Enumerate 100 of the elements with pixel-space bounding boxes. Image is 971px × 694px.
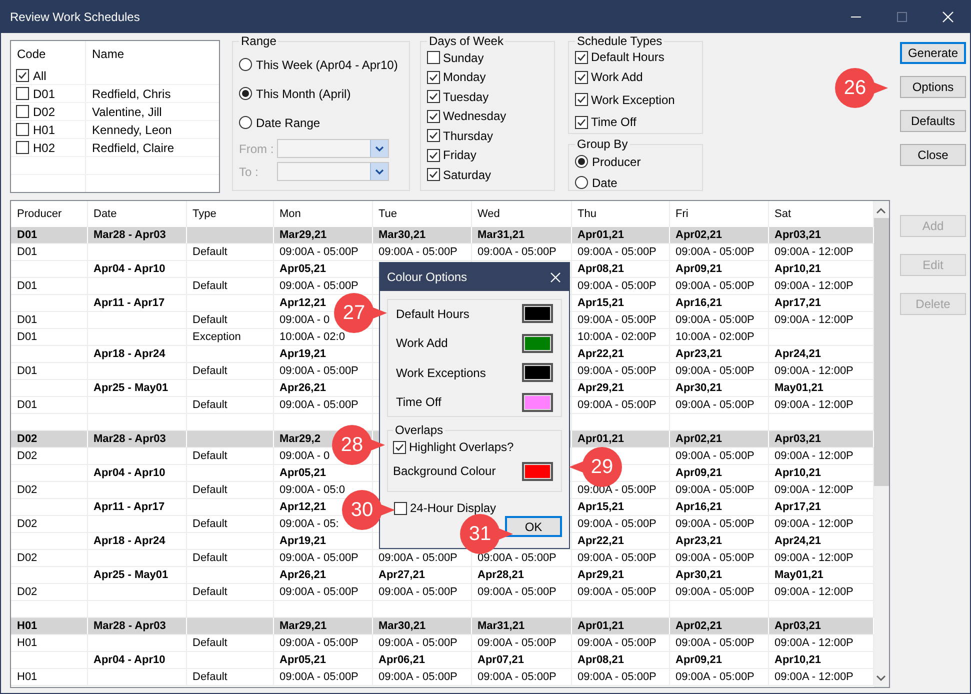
checkbox-label: Highlight Overlaps? (409, 440, 514, 454)
table-cell: D01 (17, 314, 38, 326)
checkbox[interactable] (16, 123, 29, 136)
table-cell: Default (192, 314, 228, 326)
table-cell: 09:00A - 05:00P (578, 399, 656, 411)
table-cell: 09:00A - 05:00P (676, 671, 754, 683)
checkbox[interactable] (16, 105, 29, 118)
table-cell: 09:00A - 05:00P (478, 637, 556, 649)
ok-button[interactable]: OK (505, 516, 562, 537)
radio-label: Date (592, 176, 618, 190)
colour-label: Background Colour (393, 464, 496, 478)
colour-swatch[interactable] (522, 363, 553, 382)
checkbox[interactable] (427, 168, 440, 182)
table-cell: Apr25 - May01 (94, 569, 168, 581)
checkbox[interactable] (427, 148, 440, 162)
table-cell: 09:00A - 05:00P (478, 552, 556, 564)
table-cell: 10:00A - 02:00P (676, 331, 754, 343)
table-cell: Apr30,21 (676, 382, 722, 394)
checkbox[interactable] (575, 50, 588, 64)
action-button[interactable]: Options (900, 76, 966, 98)
checkbox[interactable] (16, 69, 29, 82)
table-cell: H01 (17, 637, 38, 649)
table-cell: 09:00A - 05:00P (378, 637, 458, 649)
radio-button[interactable] (575, 176, 588, 189)
table-cell: Apr06,21 (378, 654, 425, 666)
colour-swatch[interactable] (522, 304, 553, 323)
table-cell: D01 (17, 280, 38, 292)
checkbox-label: Work Add (591, 70, 643, 84)
checkbox[interactable] (427, 90, 440, 104)
to-label: To : (239, 164, 260, 178)
action-button[interactable]: Close (900, 144, 966, 166)
table-cell: 09:00A - 05:00P (378, 246, 458, 258)
table-cell: Default (192, 399, 228, 411)
column-header: Type (192, 208, 216, 220)
table-cell: Mar31,21 (478, 229, 525, 241)
table-cell: 09:00A - 05:00P (676, 484, 754, 496)
group-title: Days of Week (428, 34, 504, 48)
checkbox-label: Saturday (443, 168, 492, 182)
table-cell: Apr15,21 (578, 297, 624, 309)
close-icon[interactable] (942, 10, 954, 22)
table-cell: Apr08,21 (578, 654, 624, 666)
table-cell: 09:00A - 05:00P (478, 586, 556, 598)
table-cell: 09:00A - 05:00P (280, 399, 358, 411)
table-cell: Apr02,21 (676, 229, 722, 241)
action-button[interactable]: Defaults (900, 110, 966, 132)
table-cell: Apr16,21 (676, 501, 722, 513)
checkbox[interactable] (427, 70, 440, 84)
table-cell: Default (192, 518, 228, 530)
arrow-up-icon[interactable] (876, 207, 886, 214)
checkbox-label: 24-Hour Display (410, 501, 496, 515)
table-cell: Apr01,21 (578, 229, 624, 241)
table-cell: Apr09,21 (676, 467, 722, 479)
colour-swatch[interactable] (522, 392, 553, 412)
table-cell: 09:00A - 05:00P (478, 671, 556, 683)
arrow-down-icon[interactable] (876, 675, 886, 682)
table-cell: Apr07,21 (478, 654, 524, 666)
checkbox[interactable] (16, 87, 29, 100)
table-cell: 09:00A - 05:00P (378, 552, 458, 564)
table-cell: Apr01,21 (578, 620, 624, 632)
checkbox[interactable] (427, 51, 440, 64)
action-button[interactable]: Generate (900, 42, 966, 64)
table-cell: 09:00A - 0 (280, 450, 330, 462)
checkbox[interactable] (427, 129, 440, 142)
table-cell: Mar30,21 (378, 229, 426, 241)
table-cell: 09:00A - 12:00P (774, 552, 854, 564)
table-cell: 09:00A - 05:00P (676, 280, 754, 292)
table-cell: May01,21 (774, 569, 824, 581)
close-icon[interactable] (550, 272, 561, 282)
checkbox[interactable] (16, 141, 29, 154)
table-cell: Apr05,21 (280, 263, 326, 275)
table-cell: Apr10,21 (774, 654, 821, 666)
checkbox-label: Thursday (443, 128, 494, 143)
radio-label: This Month (April) (256, 86, 351, 100)
checkbox[interactable] (427, 110, 440, 123)
table-cell: 09:00A - 05:00P (280, 552, 358, 564)
table-cell: Apr10,21 (774, 467, 821, 479)
checkbox[interactable] (575, 93, 588, 106)
scrollbar[interactable] (874, 201, 889, 687)
table-cell: Apr28,21 (478, 569, 524, 581)
checkbox-label: Tuesday (443, 90, 489, 104)
list-item-name: Kennedy, Leon (92, 122, 172, 136)
table-cell: 09:00A - 05:00P (578, 314, 656, 326)
table-cell: Apr09,21 (676, 263, 722, 275)
table-cell: Apr18 - Apr24 (94, 535, 166, 547)
table-cell: 09:00A - 05:00P (676, 552, 754, 564)
colour-swatch[interactable] (522, 462, 553, 480)
table-cell: Apr30,21 (676, 569, 722, 581)
checkbox[interactable] (394, 502, 407, 514)
checkbox[interactable] (393, 440, 406, 454)
group-title: Range (240, 34, 278, 48)
checkbox[interactable] (575, 116, 588, 129)
table-cell: Apr22,21 (578, 535, 624, 547)
checkbox-label: Friday (443, 148, 476, 162)
table-cell: Apr09,21 (676, 654, 722, 666)
colour-swatch[interactable] (522, 334, 553, 353)
list-item-name: Valentine, Jill (92, 104, 162, 118)
table-cell: D02 (17, 450, 38, 462)
checkbox[interactable] (575, 70, 588, 84)
table-cell: Default (192, 552, 228, 564)
radio-button[interactable] (575, 155, 588, 168)
